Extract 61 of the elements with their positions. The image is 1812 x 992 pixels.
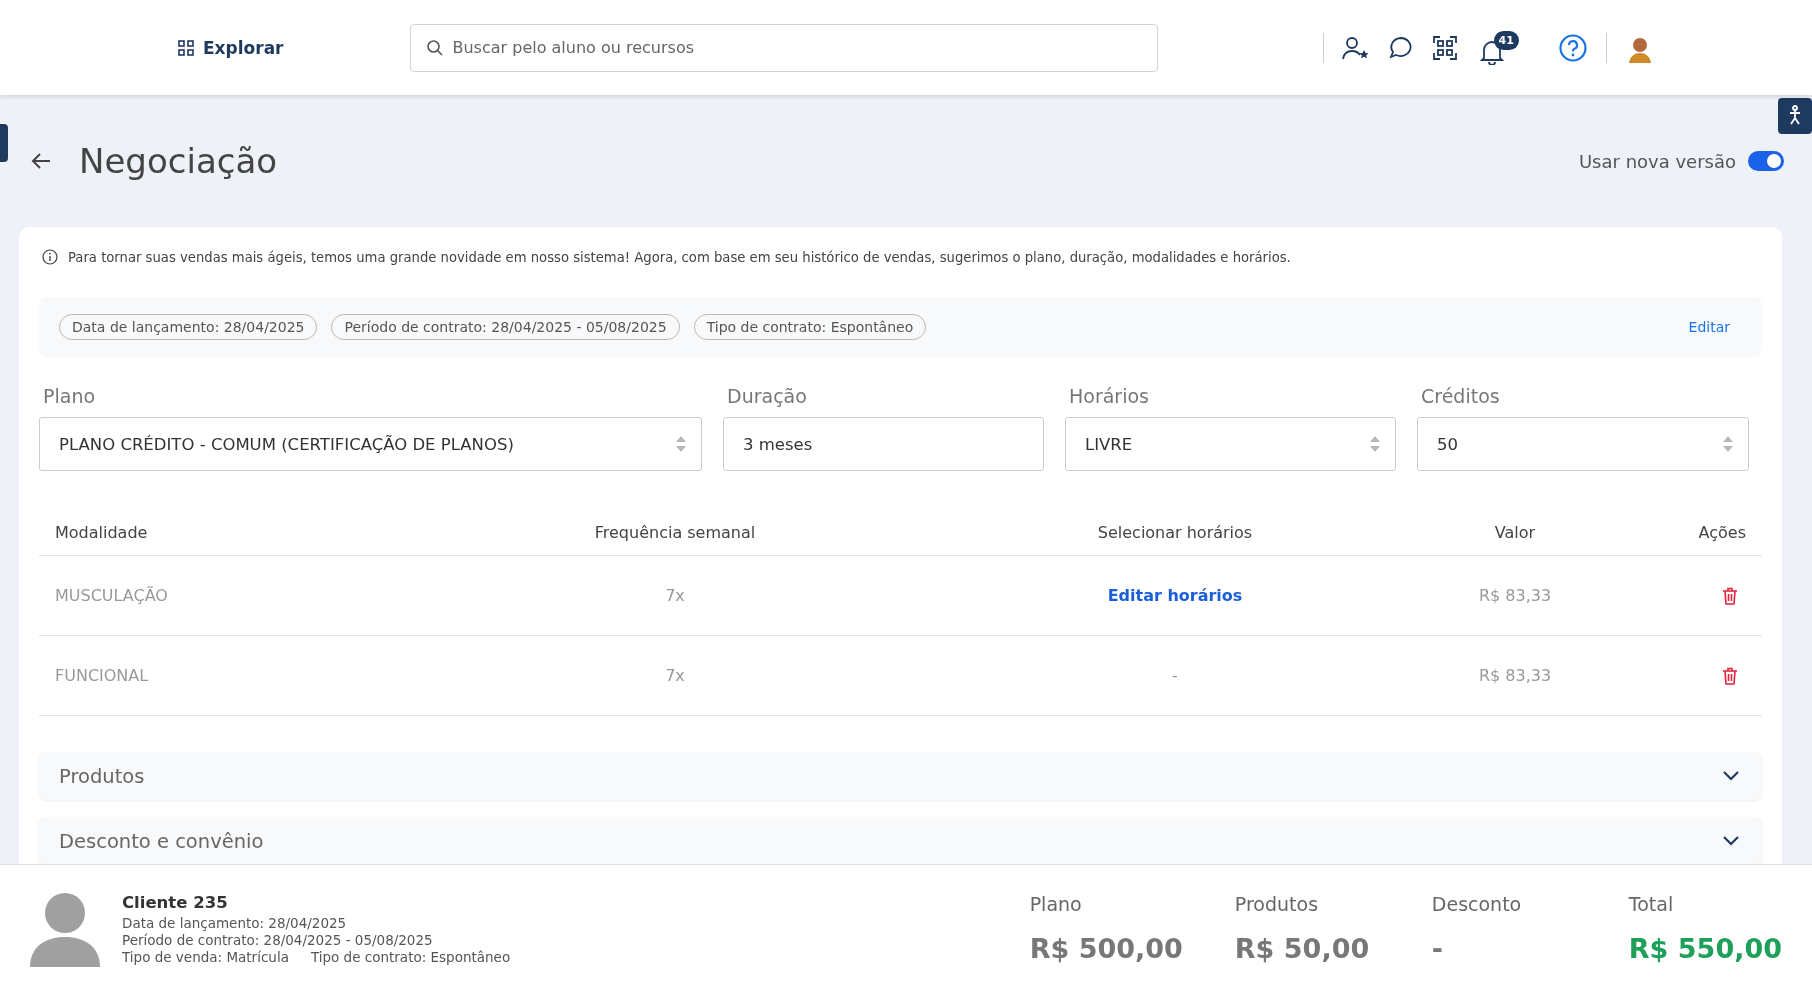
column-header: Selecionar horários: [1096, 522, 1254, 542]
total-value: R$ 50,00: [1234, 933, 1371, 964]
select-field[interactable]: 50: [1417, 417, 1749, 471]
sidebar-toggle[interactable]: [0, 124, 8, 162]
user-silhouette-icon: [30, 890, 100, 967]
select-field[interactable]: 3 meses: [723, 417, 1044, 471]
accordion-header[interactable]: Desconto e convênio: [39, 817, 1762, 864]
user-star-icon[interactable]: [1341, 34, 1370, 61]
table-cell-text: MUSCULAÇÃO: [55, 586, 169, 605]
sort-arrows-icon: [1722, 435, 1734, 453]
client-name: Cliente 235: [122, 892, 229, 912]
notifications-button[interactable]: 41: [1479, 30, 1518, 65]
total-value: -: [1431, 933, 1445, 964]
edit-link[interactable]: Editar: [1688, 319, 1730, 335]
column-header: Valor: [1493, 522, 1537, 542]
client-detail: Tipo de contrato: Espontâneo: [310, 948, 511, 965]
field-label: Plano: [42, 385, 97, 407]
total-value: R$ 500,00: [1029, 933, 1183, 964]
info-text: Para tornar suas vendas mais ágeis, temos uma grande novidade em nosso sistema! Agora, com base em seu histórico de vendas, sugerimos o plano, duração, modalidades e horários.: [68, 249, 1291, 265]
new-version-toggle[interactable]: [1748, 151, 1784, 171]
chat-icon[interactable]: [1387, 34, 1414, 61]
grid-icon: [178, 39, 194, 56]
total-label: Total: [1628, 893, 1675, 915]
new-version-label: Usar nova versão: [1578, 150, 1736, 172]
total-label: Produtos: [1234, 893, 1320, 915]
explore-button[interactable]: Explorar: [172, 31, 290, 64]
sort-arrows-icon: [675, 435, 687, 453]
total-label: Desconto: [1431, 893, 1523, 915]
table-cell-text: R$ 83,33: [1477, 586, 1553, 605]
select-field[interactable]: PLANO CRÉDITO - COMUM (CERTIFICAÇÃO DE PLANOS): [39, 417, 702, 471]
search-field[interactable]: Buscar pelo aluno ou recursos: [409, 23, 1158, 72]
field-label: Horários: [1068, 385, 1150, 407]
table-cell-text: R$ 83,33: [1477, 666, 1553, 685]
notification-count: 41: [1493, 30, 1519, 50]
help-icon[interactable]: [1557, 32, 1588, 63]
chevron-icon: [1722, 835, 1740, 847]
chevron-icon: [1722, 770, 1740, 782]
column-header: Ações: [1697, 522, 1746, 542]
column-header: Modalidade: [55, 522, 149, 542]
sort-arrows-icon: [1369, 435, 1381, 453]
client-detail: Tipo de venda: Matrícula: [122, 948, 289, 965]
client-detail: Data de lançamento: 28/04/2025: [122, 914, 348, 931]
trash-icon[interactable]: [1722, 586, 1738, 605]
field-label: Duração: [726, 385, 808, 407]
table-cell-text: FUNCIONAL: [55, 666, 150, 685]
client-detail: Período de contrato: 28/04/2025 - 05/08/2025: [122, 931, 434, 948]
edit-schedule-link[interactable]: Editar horários: [1107, 586, 1243, 605]
page-title: Negociação: [79, 141, 278, 181]
qr-code-icon[interactable]: [1431, 34, 1458, 61]
select-field[interactable]: LIVRE: [1065, 417, 1396, 471]
table-cell-text: 7x: [664, 586, 686, 605]
column-header: Frequência semanal: [593, 522, 757, 542]
info-icon: [42, 249, 58, 265]
table-cell: -: [1172, 666, 1178, 685]
accordion-header[interactable]: Produtos: [39, 752, 1762, 800]
total-value: R$ 550,00: [1628, 933, 1782, 964]
field-label: Créditos: [1420, 385, 1501, 407]
total-label: Plano: [1029, 893, 1083, 915]
accessibility-icon[interactable]: [1778, 98, 1812, 134]
table-cell-text: 7x: [664, 666, 686, 685]
trash-icon[interactable]: [1722, 666, 1738, 685]
